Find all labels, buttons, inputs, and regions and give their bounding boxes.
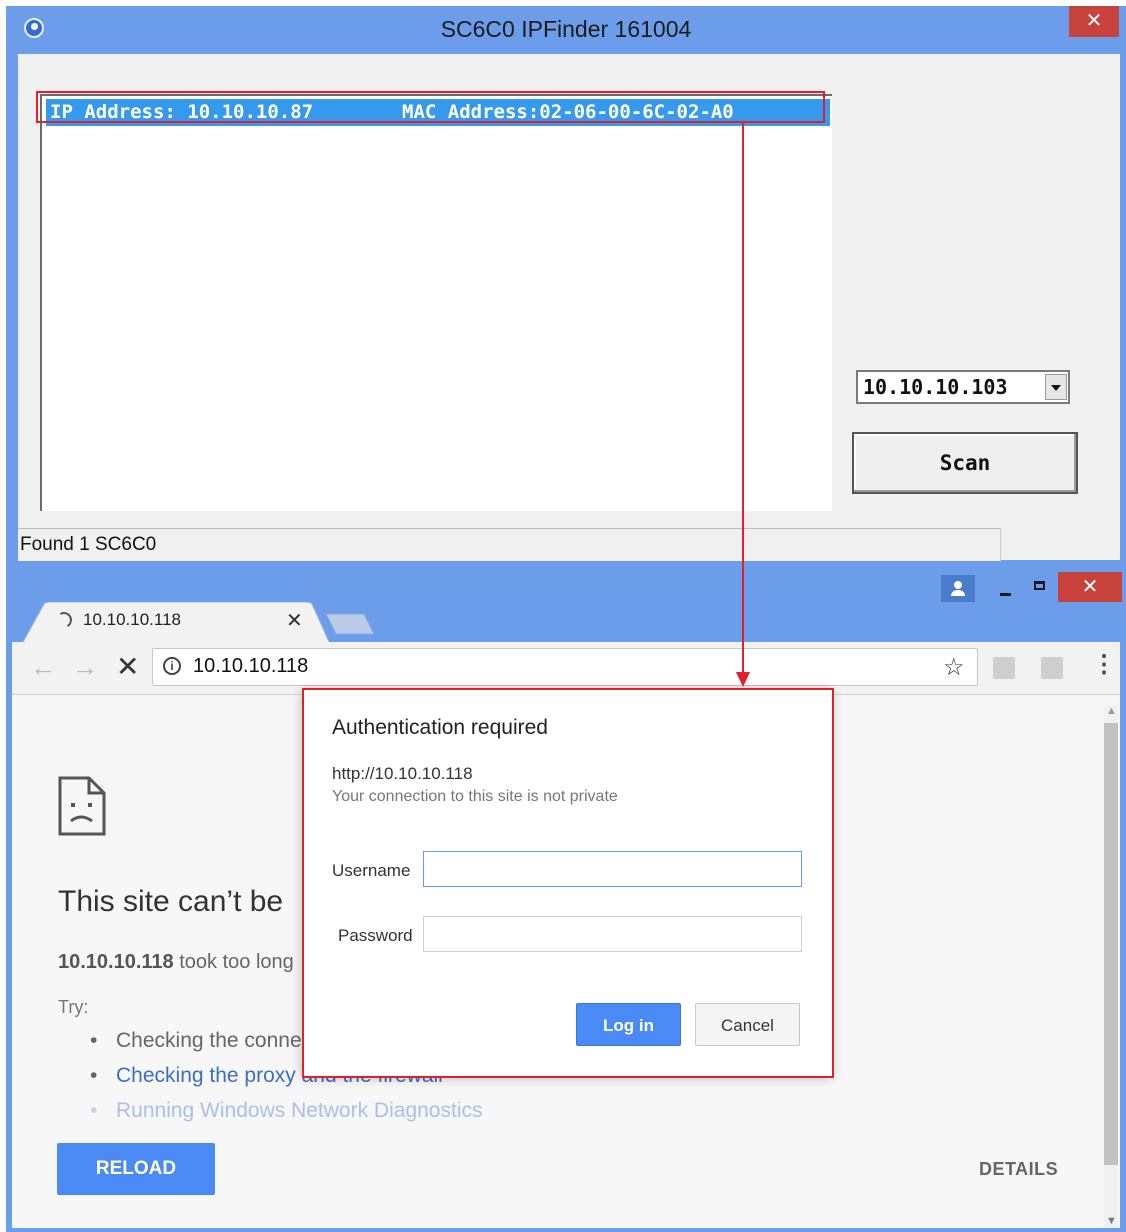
close-icon[interactable]: ✕	[1069, 6, 1119, 37]
error-host: 10.10.10.118	[58, 951, 174, 973]
suggestion-link-text[interactable]: Running Windows Network Diagnostics	[116, 1099, 483, 1122]
new-tab-button[interactable]	[324, 612, 376, 636]
chevron-down-icon[interactable]	[1045, 374, 1067, 400]
annotation-arrow-line	[742, 123, 744, 675]
menu-icon[interactable]: ⋮	[1092, 650, 1116, 679]
details-button[interactable]: DETAILS	[979, 1159, 1058, 1180]
scroll-up-icon[interactable]: ▲	[1106, 705, 1117, 717]
tab-title: 10.10.10.118	[83, 610, 181, 629]
scroll-down-icon[interactable]: ▼	[1106, 1215, 1117, 1227]
error-detail-text: took too long	[173, 951, 294, 973]
reload-button[interactable]: RELOAD	[57, 1143, 215, 1195]
sad-document-icon	[58, 776, 106, 836]
new-tab-icon	[325, 613, 375, 635]
close-icon[interactable]: ✕	[1058, 572, 1122, 602]
suggestion-text: Checking the conne	[116, 1029, 302, 1052]
try-label: Try:	[58, 997, 89, 1017]
status-text: Found 1 SC6C0	[20, 534, 157, 555]
ipfinder-client-area: IP Address: 10.10.10.87 MAC Address:02-0…	[18, 54, 1120, 561]
highlight-box-device-row	[36, 91, 825, 123]
ip-range-value: 10.10.10.103	[863, 375, 1008, 399]
forward-icon[interactable]: →	[72, 652, 98, 683]
star-icon[interactable]: ☆	[943, 653, 965, 682]
back-icon[interactable]: ←	[30, 652, 56, 683]
device-list[interactable]: IP Address: 10.10.10.87 MAC Address:02-0…	[40, 94, 832, 511]
profile-icon[interactable]	[941, 575, 975, 602]
window-title: SC6C0 IPFinder 161004	[440, 16, 692, 42]
address-text[interactable]: 10.10.10.118	[193, 655, 308, 678]
minimize-icon[interactable]	[985, 572, 1025, 602]
suggestion-link[interactable]: Running Windows Network Diagnostics	[90, 1099, 483, 1123]
arrow-down-icon	[736, 672, 750, 687]
ip-range-select[interactable]: 10.10.10.103	[856, 370, 1070, 404]
scan-button[interactable]: Scan	[852, 432, 1078, 494]
status-bar: Found 1 SC6C0	[18, 528, 1001, 561]
scrollbar-thumb[interactable]	[1104, 723, 1118, 1165]
stop-icon[interactable]: ✕	[116, 650, 139, 683]
error-detail: 10.10.10.118 took too long	[58, 951, 294, 974]
maximize-icon[interactable]	[1025, 572, 1059, 602]
suggestion-item: Checking the conne	[90, 1029, 302, 1053]
shield-extension-icon[interactable]	[1041, 657, 1063, 679]
error-title: This site can’t be	[58, 885, 284, 918]
address-bar[interactable]: i 10.10.10.118 ☆	[152, 648, 978, 686]
browser-tab[interactable]: 10.10.10.118 ✕	[22, 602, 330, 644]
highlight-box-auth-dialog	[302, 688, 834, 1078]
scrollbar[interactable]: ▲ ▼	[1104, 705, 1118, 1228]
info-icon[interactable]: i	[163, 657, 181, 675]
pdf-extension-icon[interactable]	[993, 657, 1015, 679]
tab-close-icon[interactable]: ✕	[286, 608, 303, 633]
